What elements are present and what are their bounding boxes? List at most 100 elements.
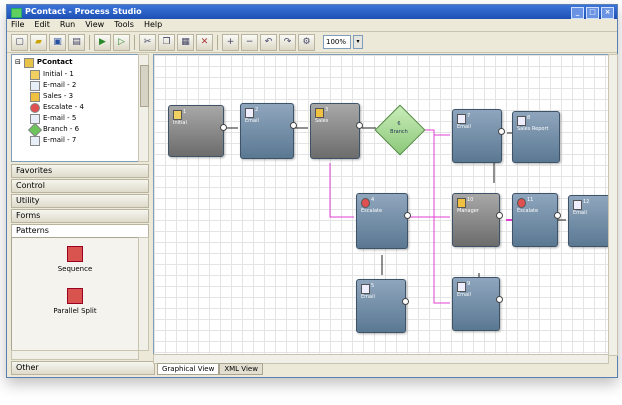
paste-icon[interactable]: ▦: [177, 33, 194, 51]
section-other[interactable]: Other: [11, 361, 155, 375]
parallel-split-pattern-icon: [67, 288, 83, 304]
diagram-canvas[interactable]: 1 Initial 2 Email 3 Sales 6 Branch 7 Ema…: [153, 54, 609, 356]
node-number: 11: [527, 197, 534, 203]
window-title: PContact - Process Studio: [25, 7, 142, 16]
initial-icon: [30, 69, 40, 80]
tab-graphical-view[interactable]: Graphical View: [157, 363, 220, 375]
node-port[interactable]: [404, 212, 411, 219]
delete-icon[interactable]: ✕: [196, 33, 213, 51]
node-email-12[interactable]: 12 Email: [568, 195, 608, 247]
node-port[interactable]: [496, 212, 503, 219]
patterns-list: Sequence Parallel Split: [11, 237, 139, 351]
patterns-scrollbar[interactable]: [138, 237, 149, 351]
menu-run[interactable]: Run: [60, 19, 75, 31]
node-manager[interactable]: 10 Manager: [452, 193, 503, 247]
canvas-vertical-scrollbar[interactable]: [608, 54, 618, 356]
email-icon: [30, 80, 40, 91]
zoom-spinner[interactable]: ▾: [353, 35, 363, 49]
node-email-5[interactable]: 5 Email: [356, 279, 409, 333]
node-email-9[interactable]: 9 Email: [452, 277, 503, 331]
tree-item-label: E-mail - 5: [43, 114, 77, 122]
node-number: 10: [467, 197, 474, 203]
section-forms[interactable]: Forms: [11, 209, 149, 223]
node-number: 7: [467, 113, 471, 119]
properties-icon[interactable]: ⚙: [298, 33, 315, 51]
zoom-in-icon[interactable]: +: [222, 33, 239, 51]
tree-item-escalate[interactable]: Escalate - 4: [30, 102, 84, 113]
node-number: 3: [325, 107, 329, 113]
section-patterns[interactable]: Patterns: [11, 224, 149, 238]
report-icon: [517, 116, 526, 126]
sales-icon: [30, 91, 40, 102]
tree-item-email-7[interactable]: E-mail - 7: [30, 135, 76, 146]
cut-icon[interactable]: ✂: [139, 33, 156, 51]
node-initial[interactable]: 1 Initial: [168, 105, 227, 157]
node-label: Escalate: [361, 208, 383, 214]
zoom-out-icon[interactable]: −: [241, 33, 258, 51]
tree-scrollbar[interactable]: [138, 54, 149, 162]
node-sales-report[interactable]: 8 Sales Report: [512, 111, 560, 163]
tree-root-label: PContact: [36, 58, 73, 66]
toolbar-separator: [217, 34, 218, 50]
menu-help[interactable]: Help: [144, 19, 162, 31]
node-label: Manager: [457, 208, 479, 214]
collapse-icon[interactable]: ⊟: [15, 57, 21, 68]
node-escalate-11[interactable]: 11 Escalate: [512, 193, 561, 247]
maximize-button[interactable]: □: [586, 7, 599, 19]
node-label: Email: [245, 118, 259, 124]
node-number: 9: [467, 281, 471, 287]
sequence-pattern-icon: [67, 246, 83, 262]
node-email-7[interactable]: 7 Email: [452, 109, 505, 163]
pattern-parallel-split[interactable]: Parallel Split: [15, 288, 135, 315]
tree-item-label: Escalate - 4: [43, 103, 84, 111]
pattern-sequence[interactable]: Sequence: [15, 246, 135, 273]
node-port[interactable]: [290, 122, 297, 129]
zoom-input[interactable]: 100%: [323, 35, 351, 49]
node-port[interactable]: [220, 124, 227, 131]
node-escalate-4[interactable]: 4 Escalate: [356, 193, 411, 249]
save-icon[interactable]: ▣: [49, 33, 66, 51]
run-icon[interactable]: ▶: [94, 33, 111, 51]
menu-bar: File Edit Run View Tools Help: [7, 19, 617, 32]
email-icon: [30, 135, 40, 146]
pattern-label: Sequence: [57, 265, 93, 273]
section-favorites[interactable]: Favorites: [11, 164, 149, 178]
copy-icon[interactable]: ❐: [158, 33, 175, 51]
tree-item-label: Branch - 6: [43, 125, 80, 133]
open-folder-icon[interactable]: ▰: [30, 33, 47, 51]
minimize-button[interactable]: _: [571, 7, 584, 19]
node-port[interactable]: [356, 122, 363, 129]
tree-root[interactable]: ⊟ PContact: [15, 57, 73, 68]
connector[interactable]: [329, 163, 354, 218]
menu-tools[interactable]: Tools: [114, 19, 134, 31]
node-port[interactable]: [402, 298, 409, 305]
connector[interactable]: [433, 135, 450, 304]
print-icon[interactable]: ▤: [68, 33, 85, 51]
initial-icon: [173, 110, 182, 120]
menu-file[interactable]: File: [11, 19, 24, 31]
close-button[interactable]: ×: [601, 7, 614, 19]
patterns-horizontal-scrollbar[interactable]: [11, 350, 139, 360]
node-port[interactable]: [554, 212, 561, 219]
tree-item-initial[interactable]: Initial - 1: [30, 69, 74, 80]
node-port[interactable]: [496, 296, 503, 303]
menu-edit[interactable]: Edit: [34, 19, 50, 31]
escalate-icon: [30, 102, 40, 113]
section-utility[interactable]: Utility: [11, 194, 149, 208]
redo-icon[interactable]: ↷: [279, 33, 296, 51]
node-port[interactable]: [498, 128, 505, 135]
node-sales[interactable]: 3 Sales: [310, 103, 363, 159]
tree-item-sales[interactable]: Sales - 3: [30, 91, 73, 102]
new-file-icon[interactable]: ▢: [11, 33, 28, 51]
tree-item-branch[interactable]: Branch - 6: [27, 122, 80, 137]
tree-item-email-2[interactable]: E-mail - 2: [30, 80, 76, 91]
tree-item-email-5[interactable]: E-mail - 5: [30, 113, 76, 124]
node-email-2[interactable]: 2 Email: [240, 103, 297, 159]
scrollbar-thumb[interactable]: [140, 65, 149, 107]
step-icon[interactable]: ▷: [113, 33, 130, 51]
section-control[interactable]: Control: [11, 179, 149, 193]
email-icon: [245, 108, 254, 118]
undo-icon[interactable]: ↶: [260, 33, 277, 51]
tab-xml-view[interactable]: XML View: [219, 363, 263, 375]
menu-view[interactable]: View: [85, 19, 104, 31]
